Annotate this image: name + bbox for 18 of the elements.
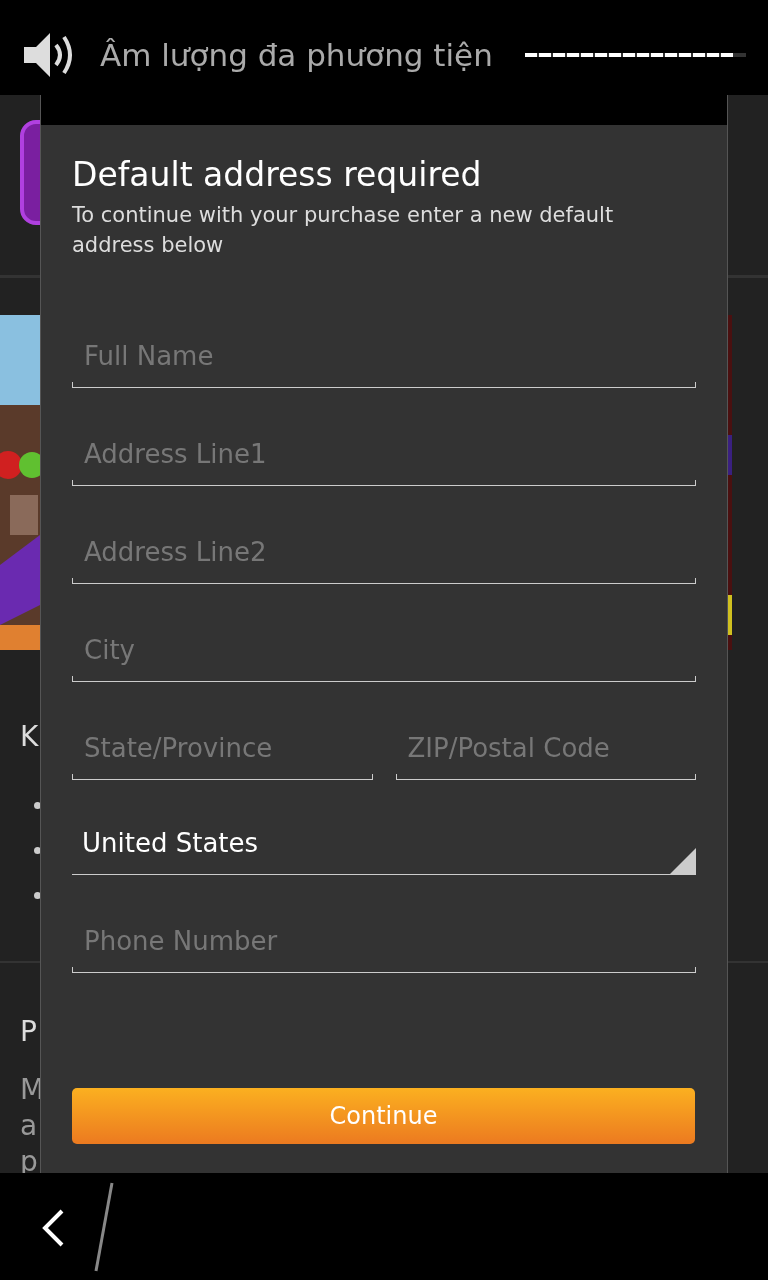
section-heading: K [20,720,39,753]
input-field[interactable]: Address Line2 [72,520,696,584]
country-dropdown[interactable]: United States [72,811,696,875]
input-field[interactable]: Address Line1 [72,422,696,486]
divider-icon [92,1181,116,1273]
dropdown-icon [670,848,696,874]
dialog-title: Default address required [72,155,483,194]
input-field[interactable]: Full Name [72,324,696,388]
input-field[interactable]: City [72,618,696,682]
input-field[interactable]: ZIP/Postal Code [395,716,696,780]
back-icon[interactable] [40,1208,66,1248]
dialog-subtitle: To continue with your purchase enter a new default address below [72,202,615,259]
section-heading: P [20,1015,37,1048]
input-field[interactable]: State/Province [72,716,373,780]
input-field[interactable]: Phone Number [72,909,696,973]
volume-label: Âm lượng đa phương tiện [100,37,493,73]
volume-slider[interactable] [524,53,746,57]
paragraph-text: a [20,1109,38,1142]
